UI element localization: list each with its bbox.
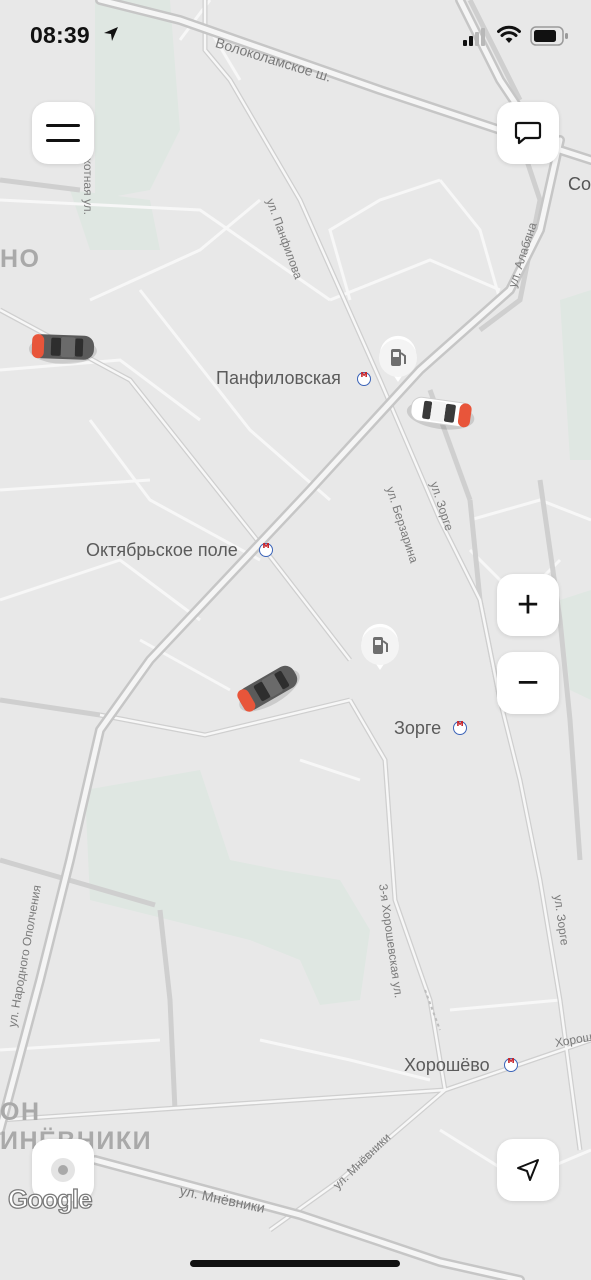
gas-station-pin[interactable] bbox=[361, 623, 399, 670]
car-marker[interactable] bbox=[28, 334, 97, 365]
navigation-arrow-icon bbox=[517, 1159, 539, 1181]
zoom-in-button[interactable]: + bbox=[497, 574, 559, 636]
status-bar: 08:39 bbox=[0, 0, 591, 70]
google-attribution[interactable]: Google bbox=[7, 1183, 93, 1215]
chat-button[interactable] bbox=[497, 102, 559, 164]
metro-icon bbox=[259, 541, 273, 557]
station-label-panfilovskaya[interactable]: Панфиловская bbox=[216, 368, 341, 389]
battery-icon bbox=[530, 26, 568, 46]
district-label: НО bbox=[0, 245, 41, 273]
map-screen: НО ОН ИНЁВНИКИ Панфиловская Октябрьское … bbox=[0, 0, 591, 1280]
station-label-oktyabrskoe-pole[interactable]: Октябрьское поле bbox=[86, 540, 238, 561]
car-marker[interactable] bbox=[405, 395, 476, 433]
navigate-button[interactable] bbox=[497, 1139, 559, 1201]
home-indicator[interactable] bbox=[190, 1260, 400, 1267]
menu-icon bbox=[46, 124, 80, 142]
metro-icon bbox=[453, 719, 467, 735]
zoom-out-button[interactable]: − bbox=[497, 652, 559, 714]
wifi-icon bbox=[497, 25, 521, 43]
metro-icon bbox=[357, 370, 371, 386]
district-label: ОН bbox=[0, 1098, 41, 1126]
chat-icon bbox=[514, 121, 542, 145]
target-icon bbox=[51, 1158, 75, 1182]
cellular-signal-icon bbox=[463, 28, 485, 46]
metro-icon bbox=[504, 1056, 518, 1072]
station-label-khoroshevo[interactable]: Хорошёво bbox=[404, 1055, 490, 1076]
location-services-icon bbox=[104, 27, 118, 41]
station-label-zorge[interactable]: Зорге bbox=[394, 718, 441, 739]
menu-button[interactable] bbox=[32, 102, 94, 164]
street-label: Со bbox=[568, 174, 591, 194]
status-time: 08:39 bbox=[30, 22, 90, 48]
